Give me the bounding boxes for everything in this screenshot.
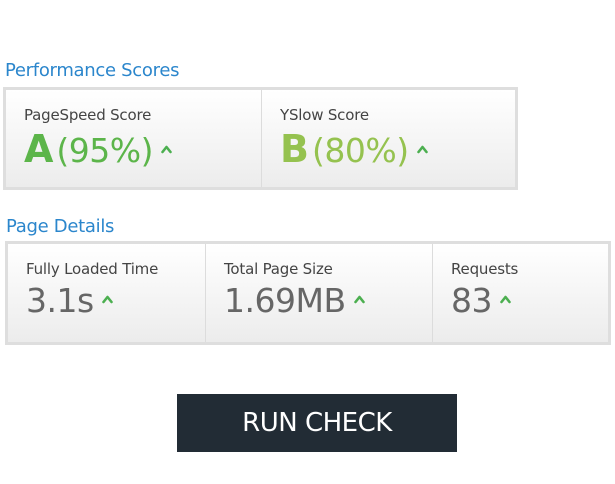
- up-arrow-icon: [416, 145, 428, 154]
- load-time-label: Fully Loaded Time: [26, 260, 159, 278]
- yslow-grade: B: [280, 127, 309, 171]
- load-time-cell: Fully Loaded Time 3.1s: [8, 244, 206, 342]
- page-details-panel: Fully Loaded Time 3.1s Total Page Size 1…: [5, 241, 611, 345]
- pagespeed-score-label: PageSpeed Score: [24, 106, 152, 124]
- page-size-cell: Total Page Size 1.69MB: [206, 244, 433, 342]
- requests-cell: Requests 83: [433, 244, 608, 342]
- up-arrow-icon: [161, 145, 172, 154]
- up-arrow-icon: [353, 295, 365, 304]
- load-time-row: 3.1s: [26, 284, 113, 317]
- load-time-value: 3.1s: [26, 281, 94, 320]
- page-details-title: Page Details: [6, 216, 115, 237]
- yslow-score-label: YSlow Score: [280, 106, 369, 124]
- pagespeed-grade: A: [24, 127, 54, 171]
- yslow-score-cell: YSlow Score B (80%): [262, 90, 515, 187]
- run-check-button[interactable]: RUN CHECK: [177, 394, 457, 452]
- pagespeed-score-row: A (95%): [24, 130, 172, 168]
- page-size-label: Total Page Size: [224, 260, 333, 278]
- page-size-value: 1.69MB: [224, 281, 346, 320]
- requests-label: Requests: [451, 260, 519, 278]
- performance-scores-panel: PageSpeed Score A (95%) YSlow Score B (8…: [3, 87, 518, 190]
- page-size-row: 1.69MB: [224, 284, 365, 317]
- yslow-score-row: B (80%): [280, 130, 428, 168]
- up-arrow-icon: [500, 295, 511, 304]
- pagespeed-score-cell: PageSpeed Score A (95%): [6, 90, 262, 187]
- performance-scores-title: Performance Scores: [5, 60, 180, 81]
- pagespeed-percent: (95%): [56, 131, 154, 170]
- requests-value: 83: [451, 281, 493, 320]
- requests-row: 83: [451, 284, 511, 317]
- yslow-percent: (80%): [311, 131, 409, 170]
- up-arrow-icon: [101, 295, 113, 304]
